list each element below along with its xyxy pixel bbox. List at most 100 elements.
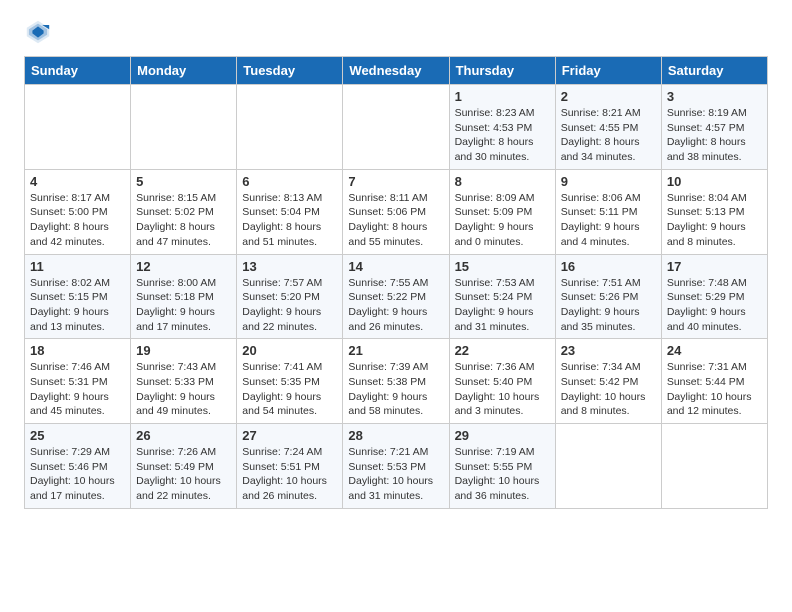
day-number: 17 bbox=[667, 259, 762, 274]
weekday-monday: Monday bbox=[131, 57, 237, 85]
header bbox=[0, 0, 792, 56]
day-info: Sunrise: 8:13 AM Sunset: 5:04 PM Dayligh… bbox=[242, 191, 337, 250]
day-info: Sunrise: 7:19 AM Sunset: 5:55 PM Dayligh… bbox=[455, 445, 550, 504]
day-number: 1 bbox=[455, 89, 550, 104]
day-number: 16 bbox=[561, 259, 656, 274]
day-number: 28 bbox=[348, 428, 443, 443]
logo bbox=[24, 18, 56, 46]
day-number: 27 bbox=[242, 428, 337, 443]
day-number: 12 bbox=[136, 259, 231, 274]
day-info: Sunrise: 7:57 AM Sunset: 5:20 PM Dayligh… bbox=[242, 276, 337, 335]
calendar-cell bbox=[25, 85, 131, 170]
day-info: Sunrise: 7:51 AM Sunset: 5:26 PM Dayligh… bbox=[561, 276, 656, 335]
calendar-cell: 20 Sunrise: 7:41 AM Sunset: 5:35 PM Dayli… bbox=[237, 339, 343, 424]
calendar-cell: 14Sunrise: 7:55 AM Sunset: 5:22 PM Dayli… bbox=[343, 254, 449, 339]
calendar-cell: 4 Sunrise: 8:17 AM Sunset: 5:00 PM Daylig… bbox=[25, 169, 131, 254]
day-number: 15 bbox=[455, 259, 550, 274]
calendar-week-1: 1 Sunrise: 8:23 AM Sunset: 4:53 PM Daylig… bbox=[25, 85, 768, 170]
day-number: 2 bbox=[561, 89, 656, 104]
calendar-cell: 17 Sunrise: 7:48 AM Sunset: 5:29 PM Dayli… bbox=[661, 254, 767, 339]
calendar-cell: 9 Sunrise: 8:06 AM Sunset: 5:11 PM Daylig… bbox=[555, 169, 661, 254]
day-info: Sunrise: 7:26 AM Sunset: 5:49 PM Dayligh… bbox=[136, 445, 231, 504]
day-info: Sunrise: 8:17 AM Sunset: 5:00 PM Dayligh… bbox=[30, 191, 125, 250]
calendar-cell: 13 Sunrise: 7:57 AM Sunset: 5:20 PM Dayli… bbox=[237, 254, 343, 339]
day-info: Sunrise: 8:06 AM Sunset: 5:11 PM Dayligh… bbox=[561, 191, 656, 250]
calendar-cell: 8 Sunrise: 8:09 AM Sunset: 5:09 PM Daylig… bbox=[449, 169, 555, 254]
calendar-cell: 1 Sunrise: 8:23 AM Sunset: 4:53 PM Daylig… bbox=[449, 85, 555, 170]
day-number: 9 bbox=[561, 174, 656, 189]
calendar-cell bbox=[237, 85, 343, 170]
calendar-cell: 28 Sunrise: 7:21 AM Sunset: 5:53 PM Dayli… bbox=[343, 424, 449, 509]
day-info: Sunrise: 8:15 AM Sunset: 5:02 PM Dayligh… bbox=[136, 191, 231, 250]
day-number: 22 bbox=[455, 343, 550, 358]
day-info: Sunrise: 8:19 AM Sunset: 4:57 PM Dayligh… bbox=[667, 106, 762, 165]
day-info: Sunrise: 7:41 AM Sunset: 5:35 PM Dayligh… bbox=[242, 360, 337, 419]
logo-icon bbox=[24, 18, 52, 46]
day-number: 10 bbox=[667, 174, 762, 189]
day-number: 29 bbox=[455, 428, 550, 443]
calendar-cell: 19 Sunrise: 7:43 AM Sunset: 5:33 PM Dayli… bbox=[131, 339, 237, 424]
day-info: Sunrise: 7:46 AM Sunset: 5:31 PM Dayligh… bbox=[30, 360, 125, 419]
calendar-cell: 2 Sunrise: 8:21 AM Sunset: 4:55 PM Daylig… bbox=[555, 85, 661, 170]
day-info: Sunrise: 8:11 AM Sunset: 5:06 PM Dayligh… bbox=[348, 191, 443, 250]
day-number: 5 bbox=[136, 174, 231, 189]
day-number: 13 bbox=[242, 259, 337, 274]
calendar-cell: 11 Sunrise: 8:02 AM Sunset: 5:15 PM Dayli… bbox=[25, 254, 131, 339]
day-number: 25 bbox=[30, 428, 125, 443]
calendar-cell: 6 Sunrise: 8:13 AM Sunset: 5:04 PM Daylig… bbox=[237, 169, 343, 254]
calendar-cell: 12 Sunrise: 8:00 AM Sunset: 5:18 PM Dayli… bbox=[131, 254, 237, 339]
calendar-cell bbox=[343, 85, 449, 170]
calendar-week-3: 11 Sunrise: 8:02 AM Sunset: 5:15 PM Dayli… bbox=[25, 254, 768, 339]
calendar-week-2: 4 Sunrise: 8:17 AM Sunset: 5:00 PM Daylig… bbox=[25, 169, 768, 254]
day-info: Sunrise: 7:31 AM Sunset: 5:44 PM Dayligh… bbox=[667, 360, 762, 419]
calendar-week-5: 25 Sunrise: 7:29 AM Sunset: 5:46 PM Dayli… bbox=[25, 424, 768, 509]
calendar-cell: 21 Sunrise: 7:39 AM Sunset: 5:38 PM Dayli… bbox=[343, 339, 449, 424]
day-info: Sunrise: 7:55 AM Sunset: 5:22 PM Dayligh… bbox=[348, 276, 443, 335]
day-number: 26 bbox=[136, 428, 231, 443]
day-number: 24 bbox=[667, 343, 762, 358]
day-number: 7 bbox=[348, 174, 443, 189]
day-info: Sunrise: 8:02 AM Sunset: 5:15 PM Dayligh… bbox=[30, 276, 125, 335]
day-number: 18 bbox=[30, 343, 125, 358]
day-info: Sunrise: 7:34 AM Sunset: 5:42 PM Dayligh… bbox=[561, 360, 656, 419]
calendar-cell: 7 Sunrise: 8:11 AM Sunset: 5:06 PM Daylig… bbox=[343, 169, 449, 254]
day-number: 21 bbox=[348, 343, 443, 358]
day-number: 8 bbox=[455, 174, 550, 189]
calendar-cell: 26 Sunrise: 7:26 AM Sunset: 5:49 PM Dayli… bbox=[131, 424, 237, 509]
day-info: Sunrise: 8:23 AM Sunset: 4:53 PM Dayligh… bbox=[455, 106, 550, 165]
day-info: Sunrise: 7:36 AM Sunset: 5:40 PM Dayligh… bbox=[455, 360, 550, 419]
weekday-thursday: Thursday bbox=[449, 57, 555, 85]
calendar-cell: 29 Sunrise: 7:19 AM Sunset: 5:55 PM Dayli… bbox=[449, 424, 555, 509]
day-info: Sunrise: 7:43 AM Sunset: 5:33 PM Dayligh… bbox=[136, 360, 231, 419]
day-info: Sunrise: 8:04 AM Sunset: 5:13 PM Dayligh… bbox=[667, 191, 762, 250]
day-number: 4 bbox=[30, 174, 125, 189]
calendar-week-4: 18 Sunrise: 7:46 AM Sunset: 5:31 PM Dayli… bbox=[25, 339, 768, 424]
day-info: Sunrise: 7:48 AM Sunset: 5:29 PM Dayligh… bbox=[667, 276, 762, 335]
day-number: 20 bbox=[242, 343, 337, 358]
day-info: Sunrise: 8:00 AM Sunset: 5:18 PM Dayligh… bbox=[136, 276, 231, 335]
calendar-cell bbox=[555, 424, 661, 509]
day-info: Sunrise: 8:09 AM Sunset: 5:09 PM Dayligh… bbox=[455, 191, 550, 250]
calendar-cell: 27 Sunrise: 7:24 AM Sunset: 5:51 PM Dayli… bbox=[237, 424, 343, 509]
day-number: 6 bbox=[242, 174, 337, 189]
calendar-cell bbox=[661, 424, 767, 509]
day-number: 11 bbox=[30, 259, 125, 274]
calendar-cell: 5 Sunrise: 8:15 AM Sunset: 5:02 PM Daylig… bbox=[131, 169, 237, 254]
day-info: Sunrise: 7:24 AM Sunset: 5:51 PM Dayligh… bbox=[242, 445, 337, 504]
calendar-cell bbox=[131, 85, 237, 170]
day-info: Sunrise: 8:21 AM Sunset: 4:55 PM Dayligh… bbox=[561, 106, 656, 165]
calendar-cell: 22 Sunrise: 7:36 AM Sunset: 5:40 PM Dayli… bbox=[449, 339, 555, 424]
day-info: Sunrise: 7:39 AM Sunset: 5:38 PM Dayligh… bbox=[348, 360, 443, 419]
day-number: 19 bbox=[136, 343, 231, 358]
day-number: 23 bbox=[561, 343, 656, 358]
calendar-cell: 18 Sunrise: 7:46 AM Sunset: 5:31 PM Dayli… bbox=[25, 339, 131, 424]
calendar-cell: 16 Sunrise: 7:51 AM Sunset: 5:26 PM Dayli… bbox=[555, 254, 661, 339]
weekday-friday: Friday bbox=[555, 57, 661, 85]
day-info: Sunrise: 7:29 AM Sunset: 5:46 PM Dayligh… bbox=[30, 445, 125, 504]
weekday-header-row: SundayMondayTuesdayWednesdayThursdayFrid… bbox=[25, 57, 768, 85]
day-info: Sunrise: 7:53 AM Sunset: 5:24 PM Dayligh… bbox=[455, 276, 550, 335]
day-info: Sunrise: 7:21 AM Sunset: 5:53 PM Dayligh… bbox=[348, 445, 443, 504]
weekday-tuesday: Tuesday bbox=[237, 57, 343, 85]
calendar-table: SundayMondayTuesdayWednesdayThursdayFrid… bbox=[24, 56, 768, 509]
calendar-cell: 3Sunrise: 8:19 AM Sunset: 4:57 PM Daylig… bbox=[661, 85, 767, 170]
